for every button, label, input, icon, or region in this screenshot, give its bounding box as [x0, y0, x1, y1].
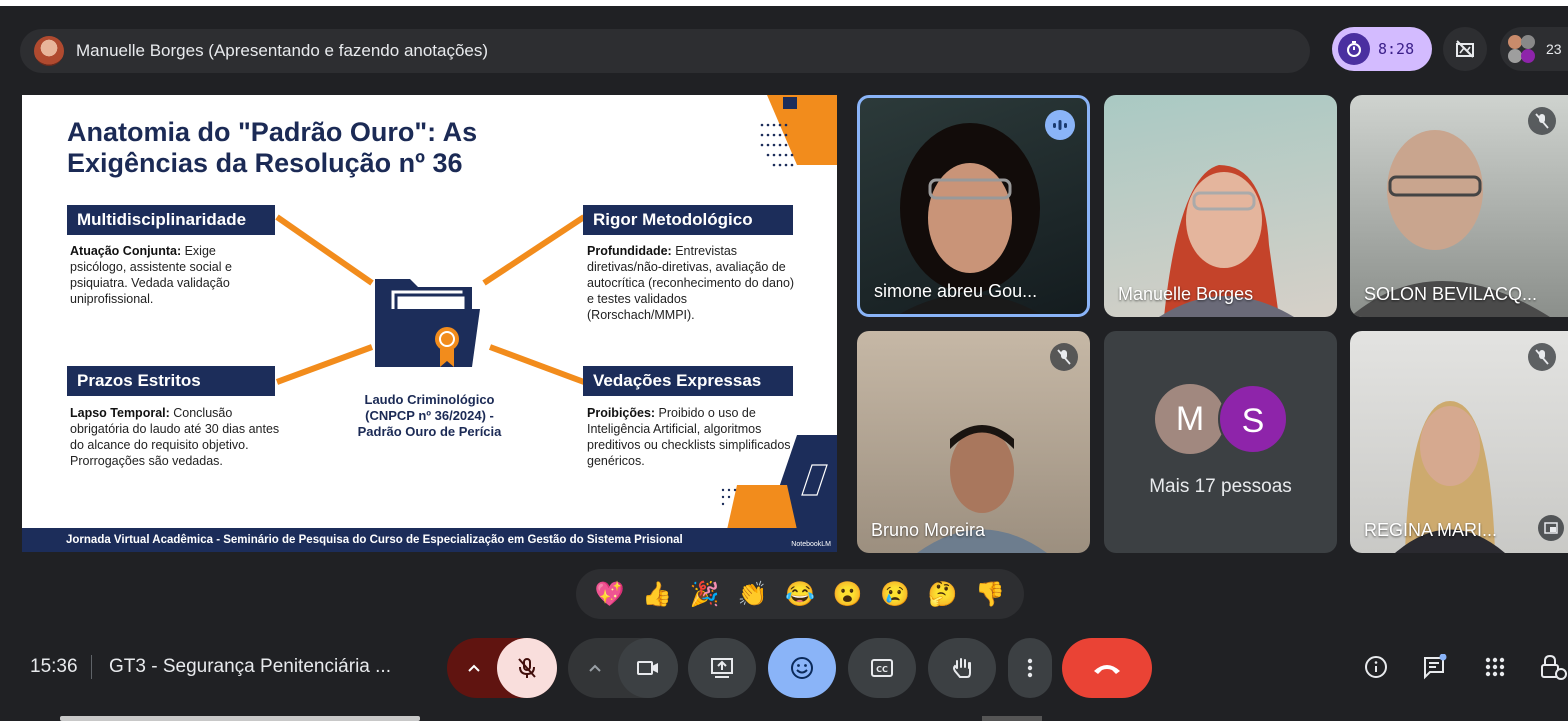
- timer-chip[interactable]: 8:28: [1332, 27, 1432, 71]
- section-rigor-body: Profundidade: Entrevistas diretivas/não-…: [587, 244, 795, 322]
- avatar-m: M: [1155, 384, 1225, 454]
- info-icon: [1365, 656, 1387, 678]
- leave-call-button[interactable]: [1062, 638, 1152, 698]
- meeting-time: 15:36: [30, 656, 78, 677]
- section-prazos-heading: Prazos Estritos: [67, 366, 275, 396]
- center-caption: Laudo Criminológico (CNPCP nº 36/2024) -…: [357, 392, 502, 439]
- reactions-toggle-button[interactable]: [768, 638, 836, 698]
- captions-button[interactable]: CC: [848, 638, 916, 698]
- more-options-button[interactable]: [1008, 638, 1052, 698]
- presenter-avatar: [34, 36, 64, 66]
- participant-tile-manuelle[interactable]: Manuelle Borges: [1104, 95, 1337, 317]
- participant-tile-bruno[interactable]: Bruno Moreira: [857, 331, 1090, 553]
- no-edit-icon: [1456, 40, 1474, 58]
- participants-button[interactable]: 23: [1500, 27, 1568, 71]
- section-prazos-body: Lapso Temporal: Conclusão obrigatória do…: [70, 406, 280, 468]
- presenter-label: Manuelle Borges (Apresentando e fazendo …: [76, 41, 489, 60]
- section-vedacoes-heading: Vedações Expressas: [583, 366, 793, 396]
- reaction-thinking-icon[interactable]: 🤔: [928, 580, 958, 609]
- timer-icon: [1338, 33, 1370, 65]
- chat-button[interactable]: [1420, 652, 1450, 682]
- participants-count: 23: [1546, 41, 1562, 57]
- mic-off-icon: [1528, 107, 1556, 135]
- reaction-heart-icon[interactable]: 💖: [595, 580, 625, 609]
- no-drawing-button[interactable]: [1443, 27, 1487, 71]
- apps-grid-icon: [1485, 657, 1505, 677]
- participant-tile-solon[interactable]: SOLON BEVILACQ...: [1350, 95, 1568, 317]
- shared-slide: Anatomia do "Padrão Ouro": As Exigências…: [22, 95, 837, 552]
- audio-options-button[interactable]: [461, 655, 487, 681]
- participant-name: Manuelle Borges: [1118, 284, 1254, 304]
- svg-text:CC: CC: [876, 665, 888, 674]
- divider: [91, 655, 92, 679]
- raise-hand-icon: [953, 658, 971, 678]
- pin-tile-icon[interactable]: [1538, 515, 1564, 541]
- mic-off-icon: [1528, 343, 1556, 371]
- section-rigor-heading: Rigor Metodológico: [583, 205, 793, 235]
- reaction-party-icon[interactable]: 🎉: [690, 580, 720, 609]
- avatar-s: S: [1218, 384, 1288, 454]
- timer-value: 8:28: [1378, 40, 1415, 58]
- meeting-title: GT3 - Segurança Penitenciária ...: [109, 656, 391, 677]
- reaction-laugh-icon[interactable]: 😂: [785, 580, 815, 609]
- chat-icon: [1424, 654, 1447, 680]
- participant-name: REGINA MARI...: [1364, 520, 1498, 540]
- chevron-up-icon: [468, 664, 480, 672]
- participant-tile-simone[interactable]: simone abreu Gou...: [857, 95, 1090, 317]
- mic-control-group: [447, 638, 557, 698]
- more-vert-icon: [1027, 658, 1033, 678]
- notebooklm-brand: NotebookLM: [791, 541, 831, 548]
- slide-footer: Jornada Virtual Acadêmica - Seminário de…: [22, 528, 837, 552]
- mic-toggle-button[interactable]: [497, 638, 557, 698]
- host-controls-button[interactable]: [1538, 652, 1568, 682]
- section-multidisciplinaridade-heading: Multidisciplinaridade: [67, 205, 275, 235]
- more-participants-label: Mais 17 pessoas: [1149, 476, 1292, 497]
- meeting-details-button[interactable]: [1361, 652, 1391, 682]
- reactions-bar: 💖 👍 🎉 👏 😂 😮 😢 🤔 👎: [576, 569, 1024, 619]
- presenter-bar[interactable]: Manuelle Borges (Apresentando e fazendo …: [20, 29, 1310, 73]
- smiley-icon: [791, 657, 813, 679]
- reaction-clap-icon[interactable]: 👏: [737, 580, 767, 609]
- participant-tile-regina[interactable]: REGINA MARI...: [1350, 331, 1568, 553]
- camera-control-group: [568, 638, 678, 698]
- present-screen-icon: [711, 658, 733, 678]
- mic-off-icon: [518, 658, 536, 678]
- top-strip: [0, 0, 1568, 6]
- reaction-thumbs-down-icon[interactable]: 👎: [975, 580, 1005, 609]
- reaction-thumbs-up-icon[interactable]: 👍: [642, 580, 672, 609]
- camera-toggle-button[interactable]: [618, 638, 678, 698]
- video-options-button[interactable]: [582, 655, 608, 681]
- present-button[interactable]: [688, 638, 756, 698]
- activities-button[interactable]: [1480, 652, 1510, 682]
- mic-off-icon: [1050, 343, 1078, 371]
- reaction-sad-icon[interactable]: 😢: [880, 580, 910, 609]
- closed-captions-icon: CC: [871, 659, 893, 677]
- participants-avatars-icon: [1508, 35, 1536, 63]
- chevron-up-icon: [589, 664, 601, 672]
- participant-name: simone abreu Gou...: [874, 281, 1038, 301]
- taskbar-indicator-secondary: [982, 716, 1042, 721]
- raise-hand-button[interactable]: [928, 638, 996, 698]
- video-camera-icon: [637, 661, 658, 675]
- folder-certificate-icon: [375, 279, 480, 367]
- more-participants-tile[interactable]: M S Mais 17 pessoas: [1104, 331, 1337, 553]
- section-multidisciplinaridade-body: Atuação Conjunta: Exige psicólogo, assis…: [70, 244, 232, 306]
- speaking-indicator-icon: [1045, 110, 1075, 140]
- taskbar-indicator: [60, 716, 420, 721]
- lock-person-icon: [1541, 654, 1567, 680]
- reaction-surprised-icon[interactable]: 😮: [833, 580, 863, 609]
- end-call-icon: [1094, 665, 1120, 674]
- participant-name: SOLON BEVILACQ...: [1364, 284, 1538, 304]
- participant-name: Bruno Moreira: [871, 520, 986, 540]
